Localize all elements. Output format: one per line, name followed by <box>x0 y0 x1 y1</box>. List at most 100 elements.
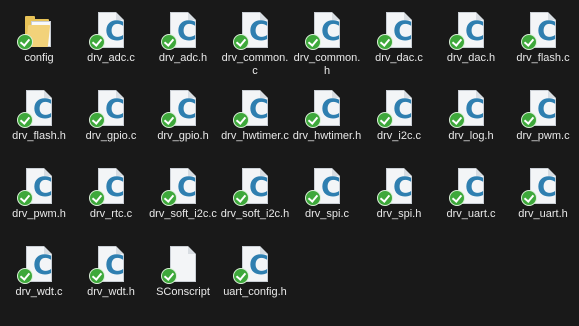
c-source-file-icon: C <box>521 90 559 128</box>
sync-check-icon <box>161 34 177 50</box>
c-letter-glyph: C <box>105 250 125 281</box>
file-item[interactable]: Cdrv_hwtimer.c <box>221 90 289 162</box>
c-source-file-icon: C <box>161 168 199 206</box>
file-item[interactable]: Cdrv_gpio.c <box>80 90 142 162</box>
file-name-label: drv_uart.c <box>446 208 496 220</box>
sync-check-icon <box>305 34 321 50</box>
c-letter-glyph: C <box>249 16 269 47</box>
file-name-label: drv_soft_i2c.c <box>149 208 217 220</box>
c-letter-glyph: C <box>393 16 413 47</box>
sync-check-icon <box>521 34 537 50</box>
file-name-label: drv_flash.c <box>516 52 570 64</box>
file-item[interactable]: SConscript <box>152 246 214 318</box>
c-letter-glyph: C <box>33 172 53 203</box>
file-item[interactable]: Cdrv_common.c <box>222 12 288 84</box>
file-item[interactable]: Cdrv_uart.h <box>512 168 574 240</box>
sync-check-icon <box>449 190 465 206</box>
file-item[interactable]: Cdrv_rtc.c <box>80 168 142 240</box>
file-name-label: drv_uart.h <box>518 208 568 220</box>
file-item[interactable]: Cdrv_pwm.h <box>8 168 70 240</box>
c-source-file-icon: C <box>17 246 55 284</box>
sync-check-icon <box>233 112 249 128</box>
file-item[interactable]: Cdrv_flash.h <box>8 90 70 162</box>
c-letter-glyph: C <box>321 172 341 203</box>
file-item[interactable]: Cdrv_spi.h <box>368 168 430 240</box>
file-item[interactable]: Cdrv_wdt.h <box>80 246 142 318</box>
c-source-file-icon: C <box>305 168 343 206</box>
blank-file-icon <box>161 246 199 284</box>
c-source-file-icon: C <box>89 90 127 128</box>
file-name-label: drv_log.h <box>448 130 494 142</box>
c-letter-glyph: C <box>465 94 485 125</box>
file-item[interactable]: Cdrv_dac.h <box>440 12 502 84</box>
c-source-file-icon: C <box>233 90 271 128</box>
file-name-label: drv_pwm.h <box>12 208 66 220</box>
sync-check-icon <box>305 190 321 206</box>
file-name-label: drv_spi.c <box>304 208 350 220</box>
sync-check-icon <box>233 190 249 206</box>
file-item[interactable]: Cdrv_uart.c <box>440 168 502 240</box>
c-source-file-icon: C <box>89 12 127 50</box>
c-letter-glyph: C <box>537 172 557 203</box>
c-letter-glyph: C <box>249 250 269 281</box>
file-item[interactable]: Cdrv_soft_i2c.c <box>149 168 217 240</box>
file-item[interactable]: Cdrv_flash.c <box>512 12 574 84</box>
file-name-label: drv_dac.c <box>375 52 423 64</box>
c-source-file-icon: C <box>449 12 487 50</box>
file-item[interactable]: Cuart_config.h <box>223 246 287 318</box>
sync-check-icon <box>89 190 105 206</box>
sync-check-icon <box>305 112 321 128</box>
file-item[interactable]: Cdrv_pwm.c <box>512 90 574 162</box>
file-name-label: drv_gpio.h <box>157 130 209 142</box>
file-name-label: drv_gpio.c <box>85 130 137 142</box>
sync-check-icon <box>449 34 465 50</box>
c-source-file-icon: C <box>161 12 199 50</box>
file-item[interactable]: Cdrv_common.h <box>294 12 360 84</box>
file-item[interactable]: Cdrv_i2c.c <box>368 90 430 162</box>
file-item[interactable]: config <box>8 12 70 84</box>
sync-check-icon <box>161 190 177 206</box>
c-letter-glyph: C <box>249 172 269 203</box>
c-source-file-icon: C <box>521 12 559 50</box>
file-name-label: drv_hwtimer.h <box>292 130 362 142</box>
sync-check-icon <box>161 112 177 128</box>
c-letter-glyph: C <box>33 94 53 125</box>
c-letter-glyph: C <box>177 16 197 47</box>
sync-check-icon <box>17 190 33 206</box>
file-item[interactable]: Cdrv_log.h <box>440 90 502 162</box>
file-name-label: config <box>24 52 54 64</box>
sync-check-icon <box>17 268 33 284</box>
c-source-file-icon: C <box>17 168 55 206</box>
c-source-file-icon: C <box>233 12 271 50</box>
file-name-label: drv_adc.c <box>87 52 135 64</box>
c-source-file-icon: C <box>377 168 415 206</box>
file-name-label: drv_common.h <box>293 52 361 77</box>
file-item[interactable]: Cdrv_dac.c <box>368 12 430 84</box>
c-letter-glyph: C <box>465 172 485 203</box>
sync-check-icon <box>377 112 393 128</box>
sync-check-icon <box>233 268 249 284</box>
file-item[interactable]: Cdrv_wdt.c <box>8 246 70 318</box>
c-letter-glyph: C <box>105 172 125 203</box>
c-letter-glyph: C <box>105 94 125 125</box>
c-letter-glyph: C <box>177 94 197 125</box>
c-source-file-icon: C <box>233 246 271 284</box>
file-item[interactable]: Cdrv_spi.c <box>296 168 358 240</box>
file-item[interactable]: Cdrv_gpio.h <box>152 90 214 162</box>
file-item[interactable]: Cdrv_adc.h <box>152 12 214 84</box>
file-name-label: drv_i2c.c <box>376 130 422 142</box>
file-item[interactable]: Cdrv_hwtimer.h <box>293 90 361 162</box>
c-letter-glyph: C <box>537 16 557 47</box>
file-name-label: SConscript <box>156 286 210 298</box>
sync-check-icon <box>377 190 393 206</box>
file-item[interactable]: Cdrv_adc.c <box>80 12 142 84</box>
sync-check-icon <box>161 268 177 284</box>
file-item[interactable]: Cdrv_soft_i2c.h <box>221 168 289 240</box>
file-name-label: drv_rtc.c <box>89 208 133 220</box>
file-name-label: drv_soft_i2c.h <box>220 208 290 220</box>
sync-check-icon <box>521 190 537 206</box>
sync-check-icon <box>233 34 249 50</box>
c-letter-glyph: C <box>321 16 341 47</box>
file-name-label: drv_common.c <box>221 52 289 77</box>
c-source-file-icon: C <box>233 168 271 206</box>
